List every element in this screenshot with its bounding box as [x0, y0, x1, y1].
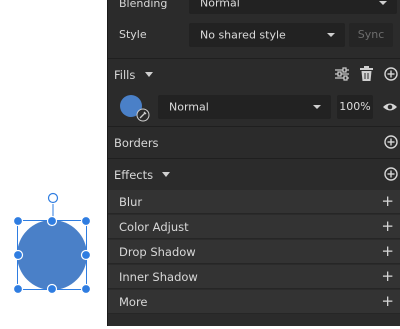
effect-label: Blur [119, 194, 143, 209]
chevron-down-icon [327, 33, 335, 37]
fill-row: Normal 100% [108, 89, 400, 125]
canvas[interactable] [0, 0, 107, 326]
sync-button[interactable]: Sync [349, 23, 393, 47]
borders-header: Borders [108, 126, 400, 158]
fills-menu-chevron-icon[interactable] [145, 72, 153, 77]
resize-handle-top[interactable] [46, 215, 58, 227]
trash-icon[interactable] [360, 66, 373, 81]
effect-item-inner-shadow[interactable]: Inner Shadow + [108, 265, 400, 289]
chevron-down-icon [313, 105, 321, 109]
fill-color-swatch[interactable] [118, 93, 152, 123]
resize-handle-bottom[interactable] [46, 283, 58, 295]
effect-item-more[interactable]: More + [108, 290, 400, 314]
fill-blend-value: Normal [169, 100, 209, 114]
fill-options-icon[interactable] [334, 67, 350, 81]
chevron-down-icon [379, 1, 387, 5]
blending-row: Blending Normal [108, 0, 400, 16]
add-fill-icon[interactable] [384, 67, 398, 81]
effect-label: More [119, 294, 148, 309]
circle-shape[interactable] [17, 220, 87, 290]
blending-select[interactable]: Normal [189, 0, 397, 14]
shared-style-value: No shared style [200, 28, 286, 42]
plus-icon[interactable]: + [381, 293, 394, 309]
plus-icon[interactable]: + [381, 193, 394, 209]
resize-handle-bottom-right[interactable] [80, 283, 92, 295]
add-border-icon[interactable] [384, 135, 398, 149]
plus-icon[interactable]: + [381, 243, 394, 259]
effects-menu-chevron-icon[interactable] [162, 172, 170, 177]
resize-handle-bottom-left[interactable] [12, 283, 24, 295]
canvas-drawing[interactable] [0, 0, 107, 326]
style-row: Style No shared style Sync [108, 23, 400, 47]
effect-label: Inner Shadow [119, 269, 198, 284]
plus-icon[interactable]: + [381, 218, 394, 234]
fills-title: Fills [114, 67, 136, 82]
shared-style-select[interactable]: No shared style [189, 23, 345, 47]
blending-label: Blending [119, 0, 168, 10]
fill-blend-select[interactable]: Normal [158, 95, 331, 119]
fills-header: Fills [108, 58, 400, 90]
effect-item-blur[interactable]: Blur + [108, 190, 400, 214]
resize-handle-top-right[interactable] [80, 215, 92, 227]
effects-header: Effects [108, 158, 400, 190]
resize-handle-left[interactable] [12, 249, 24, 261]
resize-handle-right[interactable] [80, 249, 92, 261]
inspector-panel: Blending Normal Style No shared style Sy… [107, 0, 400, 326]
rotate-handle[interactable] [47, 192, 59, 204]
add-effect-icon[interactable] [384, 167, 398, 181]
fill-opacity-input[interactable]: 100% [337, 95, 373, 119]
effect-label: Color Adjust [119, 219, 189, 234]
eye-icon[interactable] [382, 102, 398, 112]
effects-title: Effects [114, 167, 154, 182]
style-label: Style [119, 28, 147, 41]
effect-item-drop-shadow[interactable]: Drop Shadow + [108, 240, 400, 264]
effect-item-color-adjust[interactable]: Color Adjust + [108, 215, 400, 239]
plus-icon[interactable]: + [381, 268, 394, 284]
effect-label: Drop Shadow [119, 244, 196, 259]
resize-handle-top-left[interactable] [12, 215, 24, 227]
blending-value: Normal [200, 0, 240, 10]
borders-title: Borders [114, 135, 159, 150]
